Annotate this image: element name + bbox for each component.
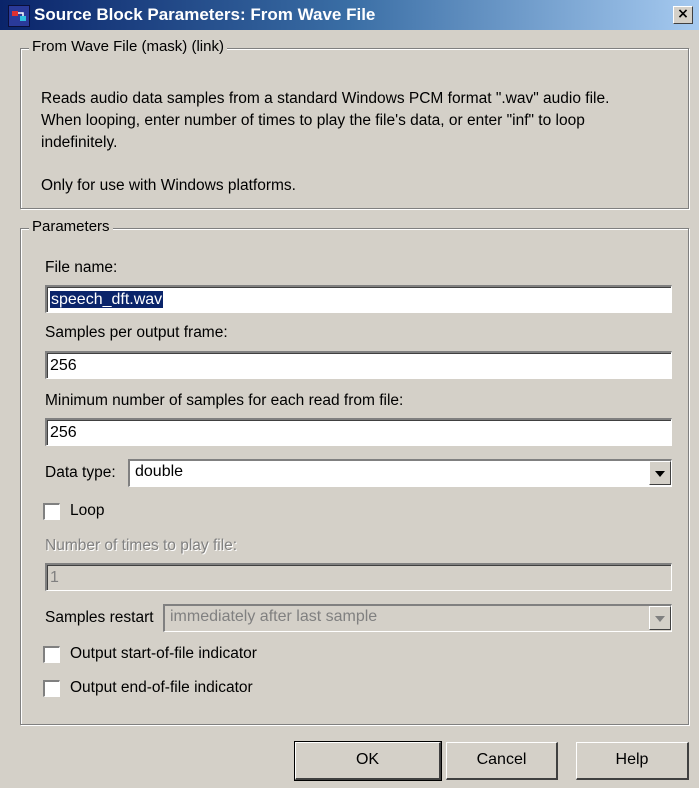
- window-title: Source Block Parameters: From Wave File: [34, 5, 376, 24]
- min-samples-value: 256: [50, 424, 77, 441]
- samples-restart-select: immediately after last sample: [163, 604, 672, 632]
- num-times-input: 1: [45, 563, 672, 591]
- simulink-block-icon: [8, 5, 30, 27]
- chevron-down-icon: [655, 471, 665, 477]
- loop-label[interactable]: Loop: [70, 502, 104, 520]
- samples-per-frame-label: Samples per output frame:: [45, 324, 228, 341]
- mask-description: Reads audio data samples from a standard…: [41, 88, 681, 154]
- close-button[interactable]: ×: [673, 6, 693, 24]
- ok-button[interactable]: OK: [294, 741, 442, 781]
- data-type-dropdown-button[interactable]: [649, 461, 671, 485]
- num-times-label: Number of times to play file:: [45, 537, 238, 554]
- description-line: indefinitely.: [41, 134, 118, 151]
- min-samples-input[interactable]: 256: [45, 418, 672, 446]
- file-name-label: File name:: [45, 259, 118, 276]
- file-name-value: speech_dft.wav: [50, 291, 164, 308]
- data-type-label: Data type:: [45, 464, 116, 481]
- end-indicator-checkbox[interactable]: [43, 680, 60, 697]
- data-type-value: double: [135, 463, 184, 480]
- start-indicator-checkbox[interactable]: [43, 646, 60, 663]
- cancel-button[interactable]: Cancel: [446, 742, 558, 780]
- platform-note: Only for use with Windows platforms.: [41, 177, 296, 194]
- samples-per-frame-input[interactable]: 256: [45, 351, 672, 379]
- data-type-select[interactable]: double: [128, 459, 672, 487]
- samples-per-frame-value: 256: [50, 357, 77, 374]
- start-indicator-label[interactable]: Output start-of-file indicator: [70, 645, 257, 663]
- end-indicator-label[interactable]: Output end-of-file indicator: [70, 679, 253, 697]
- samples-restart-dropdown-button: [649, 606, 671, 630]
- description-line: Reads audio data samples from a standard…: [41, 90, 610, 107]
- num-times-value: 1: [50, 569, 59, 586]
- samples-restart-value: immediately after last sample: [170, 608, 378, 625]
- title-bar[interactable]: Source Block Parameters: From Wave File …: [0, 0, 699, 30]
- file-name-input[interactable]: speech_dft.wav: [45, 285, 672, 313]
- help-button[interactable]: Help: [576, 742, 689, 780]
- loop-checkbox[interactable]: [43, 503, 60, 520]
- chevron-down-icon: [655, 616, 665, 622]
- min-samples-label: Minimum number of samples for each read …: [45, 392, 404, 409]
- description-line: When looping, enter number of times to p…: [41, 112, 585, 129]
- mask-group-legend: From Wave File (mask) (link): [29, 38, 227, 55]
- samples-restart-label: Samples restart: [45, 609, 154, 626]
- parameters-group-legend: Parameters: [29, 218, 113, 235]
